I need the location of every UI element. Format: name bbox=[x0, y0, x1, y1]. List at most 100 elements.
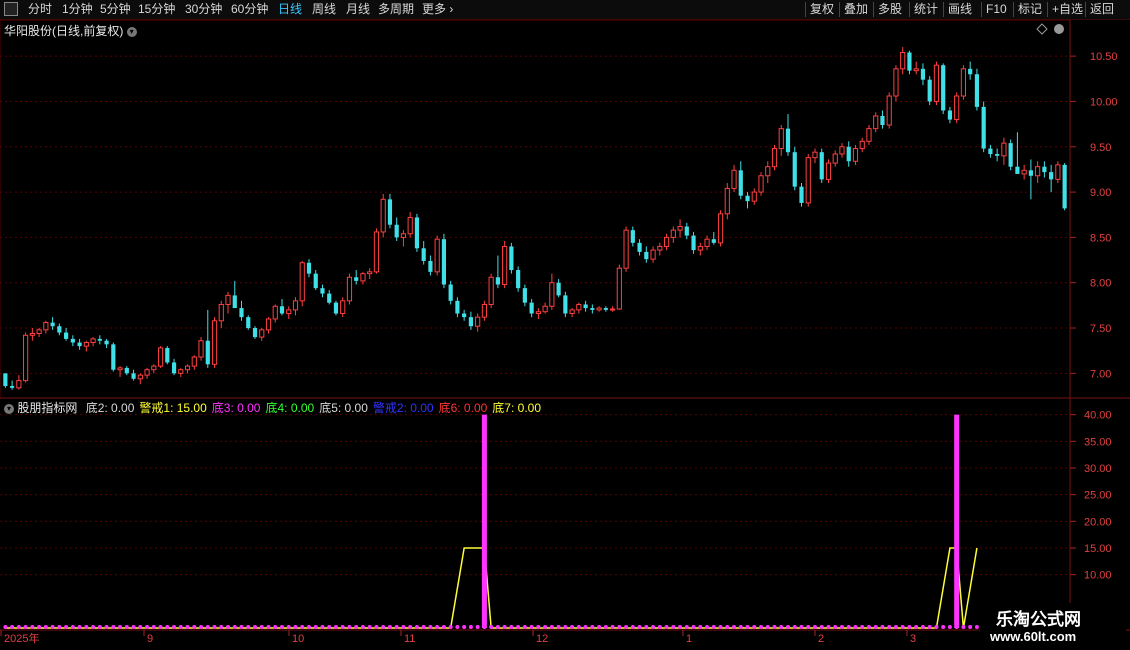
baseline-dot bbox=[502, 625, 507, 629]
candle-body-up bbox=[144, 369, 150, 376]
baseline-dot bbox=[772, 625, 777, 629]
baseline-dot bbox=[232, 625, 237, 629]
candle-body-down bbox=[907, 52, 912, 71]
candle-body-down bbox=[738, 170, 743, 196]
baseline-dot bbox=[684, 625, 689, 629]
candle-body-down bbox=[968, 68, 973, 75]
baseline-dot bbox=[529, 625, 534, 629]
baseline-dot bbox=[43, 625, 48, 629]
baseline-dot bbox=[725, 625, 730, 629]
price-tick-label: 10.00 bbox=[1090, 96, 1118, 108]
indicator-tick-label: 40.00 bbox=[1084, 410, 1112, 422]
baseline-dot bbox=[947, 625, 952, 629]
legend-item-1: 警戒1: 15.00 bbox=[139, 401, 207, 415]
candle-body-down bbox=[448, 284, 453, 301]
indicator-legend: ▾ 股朋指标网 底2: 0.00 警戒1: 15.00 底3: 0.00 底4: 0.… bbox=[4, 399, 541, 416]
indicator-tick-label: 25.00 bbox=[1084, 490, 1112, 502]
candle-body-down bbox=[3, 373, 8, 387]
baseline-dot bbox=[482, 625, 487, 629]
indicator-tick-label: 35.00 bbox=[1084, 436, 1112, 448]
indicator-name[interactable]: 股朋指标网 bbox=[17, 401, 77, 415]
baseline-dot bbox=[475, 625, 480, 629]
baseline-dot bbox=[340, 625, 345, 629]
baseline-dot bbox=[37, 625, 42, 629]
circle-menu-icon bbox=[1054, 24, 1064, 34]
baseline-dot bbox=[138, 625, 143, 629]
baseline-dot bbox=[556, 625, 561, 629]
baseline-dot bbox=[178, 625, 183, 629]
candle-body-up bbox=[380, 198, 386, 233]
baseline-dot bbox=[468, 625, 473, 629]
baseline-dot bbox=[698, 625, 703, 629]
candle-body-down bbox=[354, 277, 359, 281]
spike-bar bbox=[481, 414, 487, 628]
candle-body-up bbox=[218, 303, 224, 322]
candle-body-up bbox=[954, 95, 960, 121]
candle-body-up bbox=[663, 236, 670, 247]
candle-body-up bbox=[960, 68, 967, 97]
legend-item-3: 底4: 0.00 bbox=[265, 401, 315, 415]
baseline-dot bbox=[914, 625, 919, 629]
baseline-dot bbox=[664, 625, 669, 629]
candle-body-up bbox=[36, 329, 42, 334]
candle-body-up bbox=[751, 191, 757, 202]
candle-body-down bbox=[239, 308, 244, 318]
candle-body-down bbox=[920, 68, 926, 80]
candle-body-down bbox=[1015, 166, 1020, 174]
baseline-dot bbox=[30, 625, 35, 629]
candle-body-up bbox=[616, 267, 622, 310]
candle-body-up bbox=[873, 115, 879, 130]
baseline-dot bbox=[893, 625, 898, 629]
candle-body-down bbox=[509, 246, 514, 271]
baseline-dot bbox=[354, 625, 359, 629]
candle-body-up bbox=[913, 68, 919, 72]
price-tick-label: 7.00 bbox=[1090, 368, 1111, 380]
date-label: 10 bbox=[292, 633, 304, 645]
baseline-dot bbox=[495, 625, 500, 629]
candle-body-up bbox=[778, 128, 784, 150]
baseline-dot bbox=[819, 625, 824, 629]
candle-body-up bbox=[576, 303, 582, 311]
baseline-dot bbox=[597, 625, 602, 629]
candle-body-up bbox=[704, 238, 710, 247]
baseline-dot bbox=[799, 625, 804, 629]
date-label: 3 bbox=[910, 633, 916, 645]
baseline-dot bbox=[563, 625, 568, 629]
baseline-dot bbox=[637, 625, 642, 629]
candle-body-up bbox=[367, 271, 373, 275]
chevron-down-icon[interactable]: ▾ bbox=[4, 403, 14, 414]
candle-body-up bbox=[623, 229, 629, 269]
baseline-dot bbox=[536, 625, 541, 629]
candle-body-up bbox=[481, 303, 487, 318]
indicator-tick-label: 10.00 bbox=[1084, 570, 1112, 582]
candle-body-up bbox=[886, 95, 892, 126]
candle-body-up bbox=[434, 238, 440, 273]
candle-body-up bbox=[771, 148, 778, 168]
candle-body-down bbox=[455, 300, 460, 314]
baseline-dot bbox=[50, 625, 55, 629]
baseline-dot bbox=[158, 625, 163, 629]
candle-body-down bbox=[1042, 166, 1047, 173]
baseline-dot bbox=[833, 625, 838, 629]
candle-body-up bbox=[286, 309, 292, 315]
baseline-dot bbox=[10, 625, 15, 629]
legend-item-4: 底5: 0.00 bbox=[319, 401, 368, 415]
candle-body-up bbox=[178, 369, 184, 374]
candle-body-up bbox=[373, 231, 380, 273]
baseline-dot bbox=[920, 625, 925, 629]
baseline-dot bbox=[752, 625, 757, 629]
indicator-tick-label: 15.00 bbox=[1084, 543, 1112, 555]
baseline-dot bbox=[570, 625, 575, 629]
candle-body-down bbox=[529, 302, 534, 314]
baseline-dot bbox=[786, 625, 791, 629]
baseline-dot bbox=[732, 625, 737, 629]
baseline-dot bbox=[927, 625, 932, 629]
candle-body-up bbox=[475, 316, 481, 327]
baseline-dot bbox=[448, 625, 453, 629]
baseline-dot bbox=[367, 625, 372, 629]
baseline-dot bbox=[70, 625, 75, 629]
baseline-dot bbox=[145, 625, 150, 629]
baseline-dot bbox=[118, 625, 123, 629]
candle-body-down bbox=[333, 302, 339, 314]
candle-body-down bbox=[974, 74, 980, 107]
